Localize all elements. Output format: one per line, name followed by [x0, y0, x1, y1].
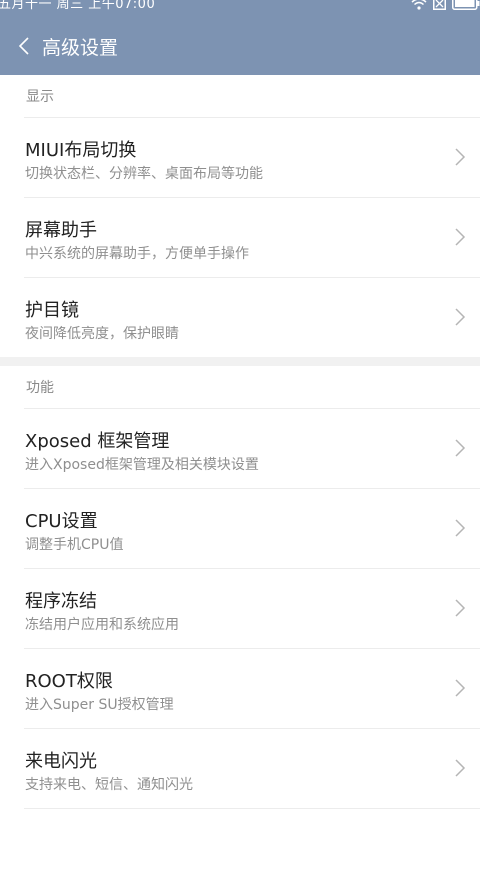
chevron-right-icon — [455, 308, 466, 326]
list-item-miui-layout[interactable]: MIUI布局切换 切换状态栏、分辨率、桌面布局等功能 — [24, 117, 480, 197]
item-title: 护目镜 — [25, 300, 79, 321]
sim-icon — [433, 0, 446, 10]
battery-icon — [452, 0, 480, 10]
chevron-right-icon — [455, 759, 466, 777]
item-subtitle: 冻结用户应用和系统应用 — [25, 617, 179, 633]
settings-list: 显示 MIUI布局切换 切换状态栏、分辨率、桌面布局等功能 屏幕助手 中兴系统的… — [0, 75, 480, 888]
title-bar: 高级设置 — [0, 30, 480, 62]
item-title: 屏幕助手 — [25, 220, 97, 241]
item-subtitle: 中兴系统的屏幕助手，方便单手操作 — [25, 246, 249, 262]
chevron-left-icon — [18, 37, 29, 55]
chevron-right-icon — [455, 148, 466, 166]
list-item-xposed[interactable]: Xposed 框架管理 进入Xposed框架管理及相关模块设置 — [24, 408, 480, 488]
item-subtitle: 切换状态栏、分辨率、桌面布局等功能 — [25, 166, 263, 182]
chevron-right-icon — [455, 439, 466, 457]
chevron-right-icon — [455, 679, 466, 697]
section-label-functions: 功能 — [26, 380, 54, 396]
page-title: 高级设置 — [42, 36, 119, 59]
item-title: ROOT权限 — [25, 671, 113, 692]
chevron-right-icon — [455, 519, 466, 537]
item-subtitle: 进入Super SU授权管理 — [25, 697, 174, 713]
section-label-display: 显示 — [26, 89, 54, 105]
wifi-icon — [411, 0, 427, 10]
item-title: 程序冻结 — [25, 591, 97, 612]
item-subtitle: 支持来电、短信、通知闪光 — [25, 777, 193, 793]
list-item-root[interactable]: ROOT权限 进入Super SU授权管理 — [24, 648, 480, 728]
chevron-right-icon — [455, 599, 466, 617]
chevron-right-icon — [455, 228, 466, 246]
item-title: MIUI布局切换 — [25, 140, 137, 161]
section-divider — [0, 357, 480, 366]
list-item-cpu[interactable]: CPU设置 调整手机CPU值 — [24, 488, 480, 568]
item-title: CPU设置 — [25, 511, 98, 532]
status-time: 五月十一 周三 上午07:00 — [0, 0, 156, 12]
status-bar: 五月十一 周三 上午07:00 — [0, 0, 480, 14]
list-item-call-flash[interactable]: 来电闪光 支持来电、短信、通知闪光 — [24, 728, 480, 808]
item-subtitle: 进入Xposed框架管理及相关模块设置 — [25, 457, 259, 473]
item-title: Xposed 框架管理 — [25, 431, 170, 452]
item-subtitle: 夜间降低亮度，保护眼睛 — [25, 326, 179, 342]
app-header: 五月十一 周三 上午07:00 高级设置 — [0, 0, 480, 75]
list-item-app-freeze[interactable]: 程序冻结 冻结用户应用和系统应用 — [24, 568, 480, 648]
list-item-partial[interactable] — [24, 808, 480, 888]
status-icons — [411, 0, 480, 10]
item-subtitle: 调整手机CPU值 — [25, 537, 124, 553]
item-title: 来电闪光 — [25, 751, 97, 772]
list-item-eye-protection[interactable]: 护目镜 夜间降低亮度，保护眼睛 — [24, 277, 480, 357]
list-item-screen-assistant[interactable]: 屏幕助手 中兴系统的屏幕助手，方便单手操作 — [24, 197, 480, 277]
back-button[interactable] — [8, 30, 40, 62]
